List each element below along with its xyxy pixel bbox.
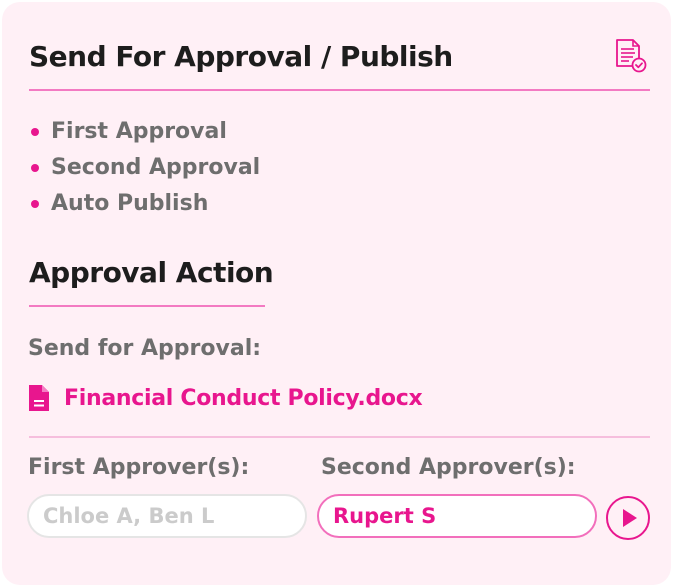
approval-action-title: Approval Action	[29, 256, 274, 289]
second-approvers-label: Second Approver(s):	[321, 455, 576, 480]
card-header: Send For Approval / Publish	[29, 32, 650, 91]
first-approvers-input[interactable]	[27, 494, 307, 538]
file-attachment[interactable]: Financial Conduct Policy.docx	[28, 382, 423, 414]
second-approvers-input[interactable]	[317, 494, 597, 538]
play-icon	[623, 509, 637, 527]
file-name-link[interactable]: Financial Conduct Policy.docx	[64, 386, 423, 411]
step-second-approval: Second Approval	[29, 150, 260, 186]
first-approvers-label: First Approver(s):	[28, 455, 250, 480]
step-auto-publish: Auto Publish	[29, 186, 260, 222]
step-first-approval: First Approval	[29, 114, 260, 150]
card-title: Send For Approval / Publish	[29, 40, 453, 73]
divider	[29, 436, 650, 438]
document-file-icon	[29, 385, 49, 411]
submit-approval-button[interactable]	[606, 496, 650, 540]
approval-card: Send For Approval / Publish First Approv…	[2, 2, 671, 585]
document-check-icon	[616, 39, 647, 73]
send-for-approval-label: Send for Approval:	[28, 336, 262, 361]
approval-steps-list: First Approval Second Approval Auto Publ…	[29, 114, 260, 222]
approval-action-section: Approval Action	[29, 248, 274, 307]
